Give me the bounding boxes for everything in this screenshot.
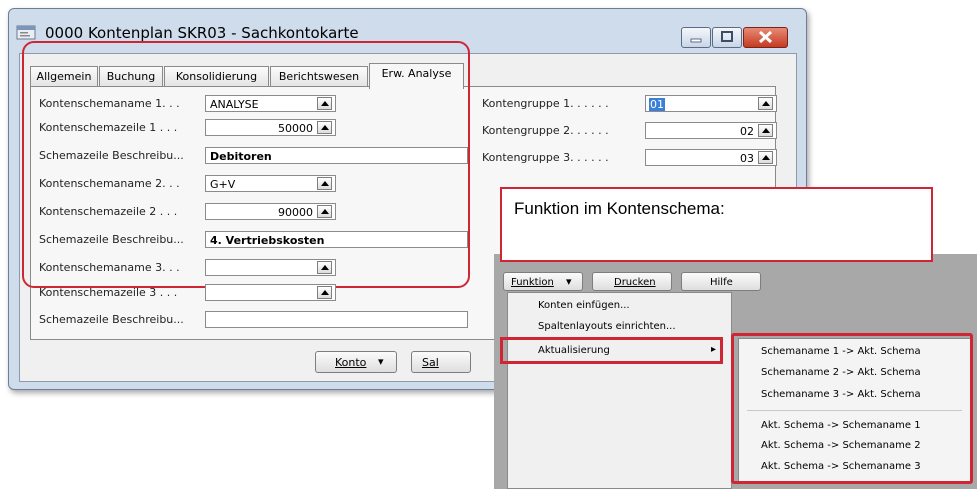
lookup-icon[interactable] xyxy=(317,261,332,274)
callout-text: Funktion im Kontenschema: xyxy=(514,199,725,218)
schemazeile-beschreibung-3-field[interactable] xyxy=(205,311,468,328)
callout-box: Funktion im Kontenschema: xyxy=(500,187,933,262)
field-label: Kontenschemaname 3. . . xyxy=(39,261,180,274)
hilfe-button-label: Hilfe xyxy=(710,277,733,288)
maximize-icon xyxy=(721,31,733,42)
sal-button[interactable]: Sal xyxy=(411,351,471,373)
field-label: Kontengruppe 3. . . . . . xyxy=(482,151,609,164)
field-label: Kontenschemazeile 1 . . . xyxy=(39,121,178,134)
lookup-icon[interactable] xyxy=(758,97,773,110)
submenu-highlight xyxy=(731,333,973,484)
chevron-down-icon: ▾ xyxy=(566,275,572,288)
field-label: Kontengruppe 1. . . . . . xyxy=(482,97,609,110)
lookup-icon[interactable] xyxy=(758,151,773,164)
hilfe-button[interactable]: Hilfe xyxy=(681,272,761,291)
drucken-button[interactable]: Drucken xyxy=(592,272,672,291)
minimize-icon xyxy=(690,38,702,43)
field-label: Kontenschemazeile 3 . . . xyxy=(39,286,178,299)
field-label: Schemazeile Beschreibu... xyxy=(39,233,184,246)
field-label: Kontengruppe 2. . . . . . xyxy=(482,124,609,137)
field-label: Kontenschemazeile 2 . . . xyxy=(39,205,178,218)
field-label: Kontenschemaname 1. . . xyxy=(39,97,180,110)
field-label: Kontenschemaname 2. . . xyxy=(39,177,180,190)
selected-value: 01 xyxy=(649,98,665,111)
lookup-icon[interactable] xyxy=(317,205,332,218)
close-button[interactable] xyxy=(743,27,788,48)
tab-erw-analyse[interactable]: Erw. Analyse xyxy=(369,63,464,89)
lookup-icon[interactable] xyxy=(317,286,332,299)
field-label: Schemazeile Beschreibu... xyxy=(39,149,184,162)
lookup-icon[interactable] xyxy=(317,121,332,134)
close-icon xyxy=(758,30,773,44)
drucken-button-label: Drucken xyxy=(614,277,656,288)
schemazeile-beschreibung-2-field[interactable]: 4. Vertriebskosten xyxy=(205,231,468,248)
lookup-icon[interactable] xyxy=(758,124,773,137)
field-label: Schemazeile Beschreibu... xyxy=(39,313,184,326)
menu-item-spaltenlayouts[interactable]: Spaltenlayouts einrichten... xyxy=(538,321,676,332)
funktion-menu: Konten einfügen... Spaltenlayouts einric… xyxy=(507,292,732,489)
sal-button-label: Sal xyxy=(422,356,439,369)
lookup-icon[interactable] xyxy=(317,177,332,190)
lookup-icon[interactable] xyxy=(317,97,332,110)
app-icon xyxy=(16,25,36,40)
menu-item-konten-einfuegen[interactable]: Konten einfügen... xyxy=(538,300,630,311)
schemazeile-beschreibung-1-field[interactable]: Debitoren xyxy=(205,147,468,164)
chevron-down-icon: ▾ xyxy=(378,355,384,368)
maximize-button[interactable] xyxy=(712,27,742,48)
konto-button[interactable]: Konto ▾ xyxy=(315,351,397,373)
funktion-button-label: Funktion xyxy=(511,277,554,288)
funktion-button[interactable]: Funktion ▾ xyxy=(503,272,583,291)
minimize-button[interactable] xyxy=(681,27,711,48)
konto-button-label: Konto xyxy=(335,356,367,369)
window-title: 0000 Kontenplan SKR03 - Sachkontokarte xyxy=(45,24,359,42)
aktualisierung-highlight xyxy=(500,337,723,364)
